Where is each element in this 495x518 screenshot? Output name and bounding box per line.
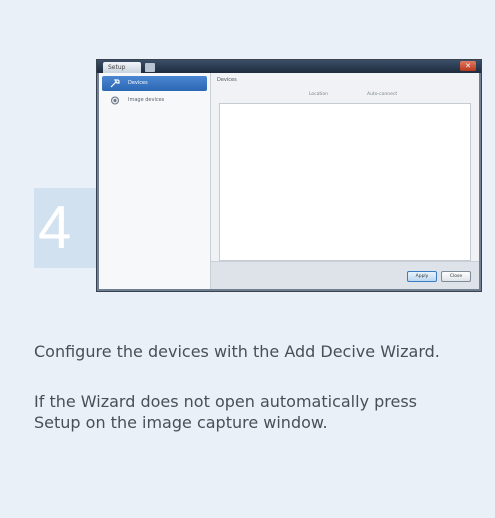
- camera-icon: [110, 96, 120, 105]
- wrench-icon: [110, 79, 120, 88]
- dialog-footer: Apply Close: [211, 261, 479, 289]
- device-list[interactable]: [219, 103, 471, 261]
- sidebar-item-label: Devices: [128, 80, 148, 86]
- window-titlebar: Setup ✕: [97, 60, 481, 73]
- step-number-badge: 4: [34, 188, 96, 268]
- app-tab[interactable]: Setup: [103, 62, 141, 73]
- sidebar-item-label: Image devices: [128, 97, 165, 103]
- instruction-text-2: If the Wizard does not open automaticall…: [34, 392, 418, 432]
- column-header-auto-connect[interactable]: Auto-connect: [367, 92, 397, 97]
- close-button[interactable]: Close: [441, 271, 471, 282]
- instruction-text-1: Configure the devices with the Add Deciv…: [34, 342, 440, 361]
- sidebar-item-image-devices[interactable]: Image devices: [102, 93, 207, 108]
- window-client-area: Devices Image devices Devices Location A…: [99, 73, 479, 289]
- apply-button[interactable]: Apply: [407, 271, 437, 282]
- menu-icon[interactable]: [145, 63, 155, 72]
- panel-title: Devices: [217, 77, 237, 83]
- sidebar: Devices Image devices: [99, 73, 211, 289]
- sidebar-item-devices[interactable]: Devices: [102, 76, 207, 91]
- column-header-location[interactable]: Location: [309, 92, 328, 97]
- devices-panel: Devices Location Auto-connect Apply Clos…: [211, 73, 479, 289]
- page: 4 Setup ✕ Devices Image devices Devices …: [0, 0, 495, 518]
- close-icon[interactable]: ✕: [460, 61, 476, 71]
- setup-window-screenshot: Setup ✕ Devices Image devices Devices Lo…: [96, 59, 482, 292]
